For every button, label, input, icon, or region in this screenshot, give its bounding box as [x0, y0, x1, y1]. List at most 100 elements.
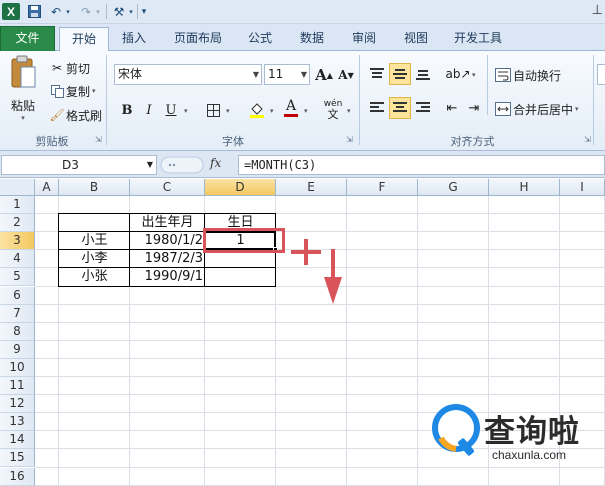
alignment-launcher-icon[interactable]: ⇲ — [584, 135, 591, 144]
cell-c3[interactable]: 1980/1/2 — [130, 232, 205, 250]
font-size-combo[interactable]: 11 ▼ — [264, 64, 310, 85]
row-header-1[interactable]: 1 — [0, 196, 35, 215]
formula-bar: D3 ▼ fx =MONTH(C3) — [0, 151, 605, 178]
cell-b3[interactable]: 小王 — [59, 232, 130, 250]
italic-button[interactable]: I — [138, 99, 160, 121]
tab-review[interactable]: 审阅 — [344, 27, 384, 51]
row-header-7[interactable]: 7 — [0, 304, 35, 323]
column-header-h[interactable]: H — [489, 179, 560, 196]
tab-formulas[interactable]: 公式 — [240, 27, 280, 51]
paste-dropdown-icon[interactable]: ▾ — [21, 114, 25, 122]
clipboard-launcher-icon[interactable]: ⇲ — [95, 135, 102, 144]
tab-file[interactable]: 文件 — [0, 26, 55, 51]
tools-dropdown-icon[interactable]: ▾ — [127, 3, 135, 20]
customize-qat-icon[interactable]: ▾ — [139, 3, 149, 20]
phonetic-dropdown-icon[interactable]: ▾ — [347, 107, 351, 115]
phonetic-button[interactable]: wén 文 — [320, 98, 346, 120]
bold-button[interactable]: B — [116, 99, 138, 121]
row-header-15[interactable]: 15 — [0, 449, 35, 468]
row-header-10[interactable]: 10 — [0, 358, 35, 377]
borders-dropdown-icon[interactable]: ▾ — [226, 107, 230, 115]
underline-dropdown-icon[interactable]: ▾ — [184, 107, 188, 115]
copy-dropdown-icon[interactable]: ▾ — [92, 87, 96, 95]
align-right-button[interactable] — [412, 97, 434, 119]
decrease-indent-button[interactable]: ⇤ — [441, 97, 463, 119]
row-header-9[interactable]: 9 — [0, 340, 35, 359]
merge-center-button[interactable]: 合并后居中 ▾ — [493, 99, 579, 119]
orientation-dropdown-icon[interactable]: ▾ — [472, 71, 476, 79]
format-painter-button[interactable]: 🖌 格式刷 — [48, 106, 102, 124]
row-header-2[interactable]: 2 — [0, 214, 35, 233]
paste-button[interactable]: 粘贴 ▾ — [6, 55, 40, 129]
tab-insert[interactable]: 插入 — [112, 27, 156, 51]
select-all-corner[interactable] — [0, 179, 35, 196]
font-name-dropdown-icon[interactable]: ▼ — [253, 65, 259, 84]
tab-page-layout[interactable]: 页面布局 — [166, 27, 230, 51]
row-header-14[interactable]: 14 — [0, 431, 35, 450]
column-header-f[interactable]: F — [347, 179, 418, 196]
cell-b4[interactable]: 小李 — [59, 250, 130, 268]
font-color-dropdown-icon[interactable]: ▾ — [304, 107, 308, 115]
column-header-g[interactable]: G — [418, 179, 489, 196]
redo-dropdown-icon[interactable]: ▾ — [94, 3, 102, 20]
annotation-down-arrow-icon — [324, 249, 342, 304]
formula-input[interactable]: =MONTH(C3) — [238, 155, 605, 175]
borders-button[interactable] — [202, 99, 224, 121]
insert-function-icon[interactable]: fx — [210, 156, 221, 170]
row-header-4[interactable]: 4 — [0, 250, 35, 269]
merge-center-dropdown-icon[interactable]: ▾ — [575, 105, 579, 113]
align-top-button[interactable] — [366, 63, 388, 85]
row-header-6[interactable]: 6 — [0, 286, 35, 305]
cut-button[interactable]: ✂ 剪切 — [48, 59, 90, 77]
row-header-11[interactable]: 11 — [0, 377, 35, 396]
orientation-button[interactable]: ab↗ — [445, 63, 471, 85]
column-header-i[interactable]: I — [560, 179, 605, 196]
number-format-edge-icon[interactable] — [597, 97, 605, 119]
align-left-button[interactable] — [366, 97, 388, 119]
font-launcher-icon[interactable]: ⇲ — [346, 135, 353, 144]
grow-font-button[interactable]: A ▲ — [313, 64, 335, 86]
font-size-dropdown-icon[interactable]: ▼ — [301, 65, 307, 84]
tab-view[interactable]: 视图 — [396, 27, 436, 51]
align-middle-button[interactable] — [389, 63, 411, 85]
underline-button[interactable]: U — [160, 99, 182, 121]
undo-icon[interactable]: ↶ — [48, 3, 64, 20]
cell-c4[interactable]: 1987/2/3 — [130, 250, 205, 268]
row-header-13[interactable]: 13 — [0, 413, 35, 432]
column-header-a[interactable]: A — [35, 179, 59, 196]
wrap-text-button[interactable]: 自动换行 — [493, 65, 561, 85]
tab-data[interactable]: 数据 — [292, 27, 332, 51]
save-icon[interactable] — [26, 3, 42, 20]
tab-home[interactable]: 开始 — [59, 27, 109, 52]
row-header-5[interactable]: 5 — [0, 268, 35, 287]
column-header-e[interactable]: E — [276, 179, 347, 196]
row-header-12[interactable]: 12 — [0, 395, 35, 414]
tools-icon[interactable]: ⚒ — [110, 3, 128, 20]
name-box[interactable]: D3 ▼ — [1, 155, 157, 175]
redo-icon[interactable]: ↷ — [78, 3, 94, 20]
row-header-3[interactable]: 3 — [0, 232, 35, 251]
font-name-combo[interactable]: 宋体 ▼ — [114, 64, 262, 85]
copy-button[interactable]: 复制 ▾ — [48, 82, 96, 100]
column-header-c[interactable]: C — [130, 179, 205, 196]
excel-logo-icon[interactable]: X — [2, 3, 20, 20]
formula-bar-resize-icon[interactable] — [160, 156, 204, 174]
align-center-button[interactable] — [389, 97, 411, 119]
shrink-font-button[interactable]: A ▼ — [335, 64, 357, 86]
increase-indent-button[interactable]: ⇥ — [463, 97, 485, 119]
align-bottom-button[interactable] — [412, 63, 434, 85]
row-header-8[interactable]: 8 — [0, 322, 35, 341]
undo-dropdown-icon[interactable]: ▾ — [64, 3, 72, 20]
cell-b5[interactable]: 小张 — [59, 268, 130, 286]
fill-color-button[interactable] — [246, 99, 268, 121]
cell-c5[interactable]: 1990/9/1 — [130, 268, 205, 286]
name-box-dropdown-icon[interactable]: ▼ — [147, 156, 153, 174]
column-header-d[interactable]: D — [205, 179, 276, 196]
font-color-button[interactable]: A — [280, 97, 302, 119]
column-header-b[interactable]: B — [59, 179, 130, 196]
cell-c2[interactable]: 出生年月 — [130, 214, 205, 232]
fill-color-dropdown-icon[interactable]: ▾ — [270, 107, 274, 115]
tab-developer[interactable]: 开发工具 — [446, 27, 510, 51]
number-format-combo-edge[interactable] — [597, 64, 605, 85]
row-header-16[interactable]: 16 — [0, 467, 35, 486]
